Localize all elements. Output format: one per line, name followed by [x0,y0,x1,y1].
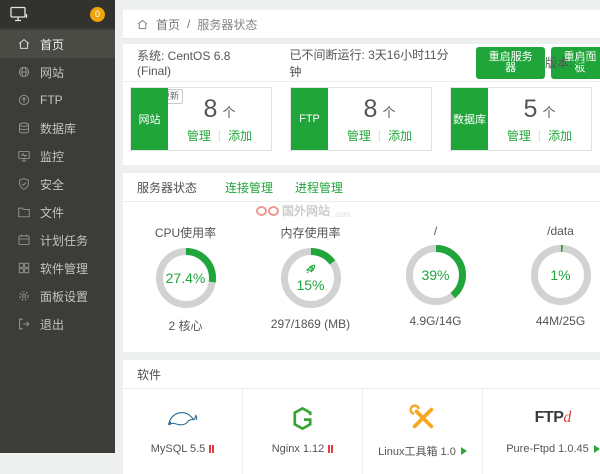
sidebar-topbar: 0 [0,0,115,28]
ftp-count: 8 [364,95,378,123]
version-value: 4.1.0 [576,56,600,70]
sidebar-item-cron[interactable]: 计划任务 [0,226,115,254]
breadcrumb-current: 服务器状态 [197,16,257,33]
card-database-label: 数据库 [451,88,488,150]
pureftpd-status-icon [592,445,600,453]
sidebar-item-database[interactable]: 数据库 [0,114,115,142]
shield-icon [17,177,31,191]
calendar-icon [17,233,31,247]
software-mysql[interactable]: MySQL 5.5 [123,389,243,474]
sidebar-item-monitor[interactable]: 监控 [0,142,115,170]
nginx-status-icon [327,445,333,453]
card-database: 数据库 5个 管理|添加 [450,87,592,151]
card-sites-label: 网站 [131,88,168,150]
upload-circle-icon [17,93,31,107]
notification-badge[interactable]: 0 [90,7,105,22]
sidebar-item-security[interactable]: 安全 [0,170,115,198]
sidebar-item-ftp[interactable]: FTP [0,86,115,114]
software-linux-toolbox[interactable]: Linux工具箱 1.0 [363,389,483,474]
gauge-disk-data: /data 1% 44M/25G [498,224,600,334]
card-ftp: FTP 8个 管理|添加 [290,87,432,151]
monitor-chart-icon [17,149,31,163]
breadcrumb-separator: / [187,17,190,31]
monitor-logo-icon [10,6,28,22]
server-status-panel: 服务器状态 连接管理 进程管理 CPU使用率 27.4% 2 核心 [123,173,600,352]
system-info-bar: 系统: CentOS 6.8 (Final) 已不间断运行: 3天16小时11分… [123,44,600,82]
sidebar: 0 首页 网站 FTP 数据库 [0,0,115,453]
grid-icon [17,261,31,275]
stat-cards-row: 更新 网站 8个 管理|添加 FTP 8个 管理|添加 数据库 5个 管理|添加 [123,82,600,165]
database-count: 5 [524,95,538,123]
logout-icon [17,317,31,331]
disk-root-percent: 39% [421,267,449,283]
sidebar-nav: 首页 网站 FTP 数据库 监控 [0,28,115,338]
cpu-cores: 2 核心 [168,317,202,334]
gauge-disk-root: / 39% 4.9G/14G [373,224,498,334]
card-ftp-label: FTP [291,88,328,150]
sidebar-item-logout[interactable]: 退出 [0,310,115,338]
card-sites: 更新 网站 8个 管理|添加 [130,87,272,151]
wrench-tools-icon [409,401,437,435]
breadcrumb-home[interactable]: 首页 [156,16,180,33]
sidebar-item-home[interactable]: 首页 [0,30,115,58]
breadcrumb-home-icon[interactable] [136,18,149,31]
database-manage-link[interactable]: 管理 [507,127,531,144]
ftp-manage-link[interactable]: 管理 [347,127,371,144]
sites-add-link[interactable]: 添加 [228,127,252,144]
uptime-info: 已不间断运行: 3天16小时11分钟 [289,46,460,80]
app-window: 0 首页 网站 FTP 数据库 [0,0,600,453]
main-content: 首页 / 服务器状态 系统: CentOS 6.8 (Final) 已不间断运行… [115,0,600,453]
software-nginx[interactable]: Nginx 1.12 [243,389,363,474]
gauges-row: CPU使用率 27.4% 2 核心 内存使用率 [123,202,600,352]
software-pureftpd[interactable]: FTPd Pure-Ftpd 1.0.45 [483,389,600,474]
panel-version: 版本: 4.1.0 [545,54,600,71]
breadcrumb: 首页 / 服务器状态 [123,10,600,39]
free-memory-rocket-icon[interactable] [304,263,317,276]
gear-icon [17,289,31,303]
home-icon [17,37,31,51]
nginx-logo-icon [289,401,316,435]
connection-manage-link[interactable]: 连接管理 [225,179,273,196]
os-info: 系统: CentOS 6.8 (Final) [137,47,267,78]
gauge-cpu: CPU使用率 27.4% 2 核心 [123,224,248,334]
sites-manage-link[interactable]: 管理 [187,127,211,144]
sites-count: 8 [204,95,218,123]
disk-data-percent: 1% [550,267,570,283]
software-title: 软件 [137,366,161,383]
disk-data-usage: 44M/25G [536,314,585,328]
memory-usage: 297/1869 (MB) [271,317,350,331]
software-panel: 软件 MySQL 5.5 [123,360,600,474]
sidebar-item-software[interactable]: 软件管理 [0,254,115,282]
database-icon [17,121,31,135]
sidebar-item-settings[interactable]: 面板设置 [0,282,115,310]
database-add-link[interactable]: 添加 [548,127,572,144]
gauge-memory: 内存使用率 [248,224,373,334]
disk-root-usage: 4.9G/14G [409,314,461,328]
globe-icon [17,65,31,79]
restart-server-button[interactable]: 重启服务器 [476,47,545,79]
sidebar-item-sites[interactable]: 网站 [0,58,115,86]
pureftpd-logo-icon: FTPd [535,401,572,435]
ftp-add-link[interactable]: 添加 [388,127,412,144]
linux-toolbox-status-icon [459,447,467,455]
server-status-title: 服务器状态 [137,179,197,196]
mysql-status-icon [208,445,214,453]
mysql-dolphin-icon [166,401,200,435]
cpu-percent: 27.4% [166,270,206,286]
process-manage-link[interactable]: 进程管理 [295,179,343,196]
sidebar-item-files[interactable]: 文件 [0,198,115,226]
folder-icon [17,205,31,219]
memory-percent: 15% [296,277,324,293]
